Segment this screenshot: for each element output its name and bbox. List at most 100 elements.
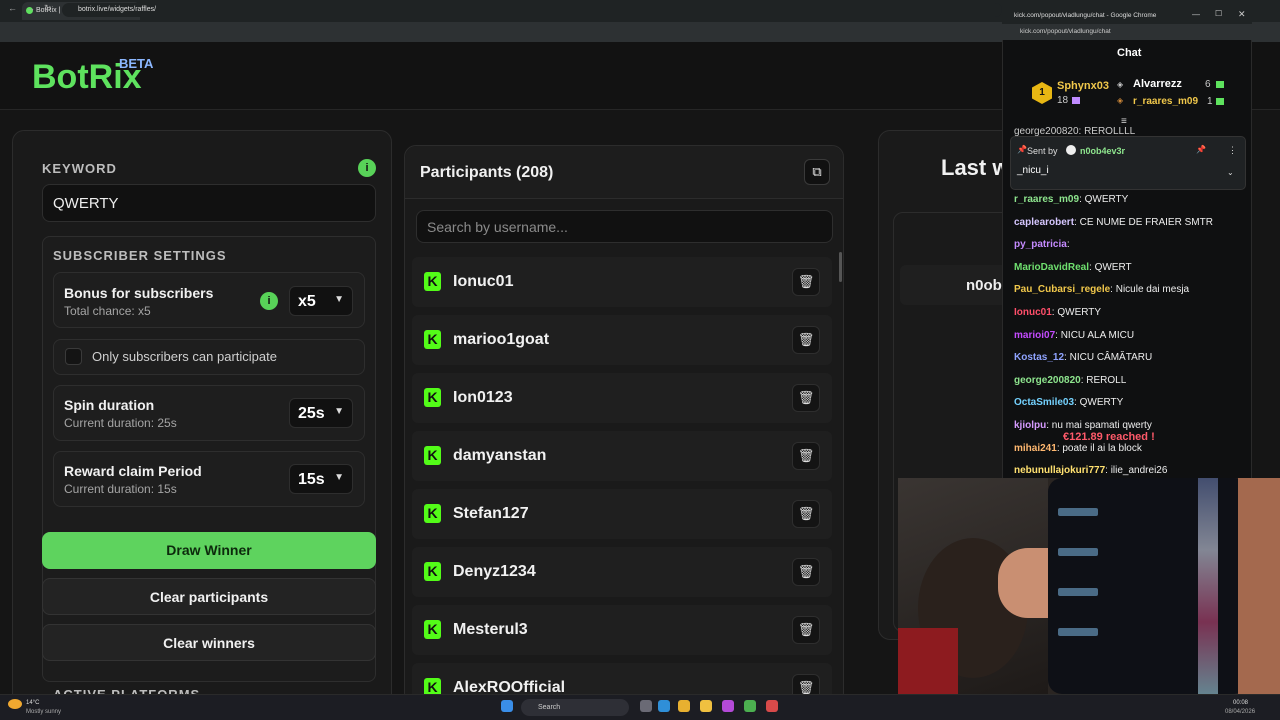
silver-rank-icon: ◈ (1117, 80, 1124, 89)
leader-3-count: 1 (1207, 96, 1213, 107)
chat-message: mihai241: poate il ai la block (1014, 443, 1142, 454)
participant-name: Ion0123 (453, 389, 513, 406)
keyword-input[interactable]: QWERTY (42, 184, 376, 222)
chat-username[interactable]: marioi07 (1014, 330, 1055, 341)
reward-claim-select[interactable]: 15s ▼ (289, 464, 353, 494)
chat-username[interactable]: mihai241 (1014, 443, 1057, 454)
delete-icon[interactable]: 🗑 (792, 326, 820, 354)
unpin-icon[interactable]: 📌 (1196, 145, 1206, 154)
back-icon[interactable]: ← (8, 3, 17, 13)
chat-message: Kostas_12: NICU CÂMĂTARU (1014, 352, 1152, 363)
chat-message: nebunullajokuri777: ilie_andrei26 (1014, 465, 1167, 476)
participant-row[interactable]: K Stefan127 🗑 (412, 489, 832, 539)
participant-search-input[interactable]: Search by username... (416, 210, 833, 243)
delete-icon[interactable]: 🗑 (792, 558, 820, 586)
chat-username[interactable]: MarioDavidReal (1014, 262, 1089, 273)
delete-icon[interactable]: 🗑 (792, 616, 820, 644)
participant-name: Mesterul3 (453, 621, 528, 638)
leader-2-name: Alvarrezz (1133, 78, 1182, 90)
reward-claim-value: 15s (298, 471, 325, 488)
url-field[interactable]: botrix.live/widgets/raffles/ (62, 3, 1002, 17)
chat-username[interactable]: nebunullajokuri777 (1014, 465, 1105, 476)
subscriber-settings-label: SUBSCRIBER SETTINGS (53, 248, 227, 263)
chat-username[interactable]: kjiolpu (1014, 420, 1046, 431)
chrome-active-icon[interactable] (744, 700, 756, 712)
chat-message: OctaSmile03: QWERTY (1014, 397, 1123, 408)
keyword-info-icon[interactable]: i (358, 159, 376, 177)
participant-row[interactable]: K Mesterul3 🗑 (412, 605, 832, 655)
keyword-label: KEYWORD (42, 161, 117, 176)
leader-1-count: 18 (1057, 95, 1069, 106)
delete-icon[interactable]: 🗑 (792, 500, 820, 528)
app-icon[interactable] (722, 700, 734, 712)
edge-icon[interactable] (658, 700, 670, 712)
only-subscribers-checkbox[interactable] (65, 348, 82, 365)
participant-name: Denyz1234 (453, 563, 536, 580)
participants-scrollbar[interactable] (839, 252, 842, 282)
chat-message: caplearobert: CE NUME DE FRAIER SMTR (1014, 217, 1213, 228)
spin-duration-title: Spin duration (64, 397, 155, 413)
chat-username[interactable]: r_raares_m09 (1014, 194, 1079, 205)
beta-badge: BETA (119, 56, 154, 71)
reward-claim-subtitle: Current duration: 15s (64, 482, 177, 496)
chat-username[interactable]: caplearobert (1014, 217, 1074, 228)
chat-username[interactable]: george200820 (1014, 375, 1081, 386)
participant-row[interactable]: Kdamyanstan 🗑 (412, 431, 832, 481)
clear-participants-button[interactable]: Clear participants (42, 578, 376, 615)
kick-platform-icon: K (424, 620, 441, 639)
participant-row[interactable]: Kmarioo1goat 🗑 (412, 315, 832, 365)
pinned-sender: n0ob4ev3r (1080, 146, 1126, 156)
winner-name: n0ob (966, 277, 1002, 294)
chat-message: Pau_Cubarsi_regele: Nicule dai mesja (1014, 284, 1189, 295)
kick-platform-icon: K (424, 446, 441, 465)
clear-winners-button[interactable]: Clear winners (42, 624, 376, 661)
chat-text: ilie_andrei26 (1110, 465, 1168, 477)
participant-row[interactable]: K Ion0123 🗑 (412, 373, 832, 423)
chat-username[interactable]: py_patricia (1014, 239, 1067, 250)
chat-username[interactable]: Kostas_12 (1014, 352, 1064, 363)
app-icon[interactable] (766, 700, 778, 712)
bonus-subtitle: Total chance: x5 (64, 304, 151, 318)
delete-icon[interactable]: 🗑 (792, 384, 820, 412)
kick-platform-icon: K (424, 562, 441, 581)
chat-header: Chat (1117, 47, 1142, 59)
folder-icon[interactable] (700, 700, 712, 712)
chat-username[interactable]: Ionuc01 (1014, 307, 1052, 318)
start-icon[interactable] (501, 700, 513, 712)
reload-icon[interactable]: ↻ (44, 3, 52, 14)
expand-pinned-icon[interactable]: ⌄ (1227, 168, 1234, 177)
chat-message: py_patricia: (1014, 239, 1070, 250)
gift-icon (1216, 81, 1224, 88)
chat-message: george200820: REROLL (1014, 375, 1126, 386)
gift-icon (1072, 97, 1080, 104)
bonus-multiplier-select[interactable]: x5 ▼ (289, 286, 353, 316)
donation-overlay: €121.89 reached ! (1063, 431, 1155, 443)
participant-row[interactable]: K Ionuc01 🗑 (412, 257, 832, 307)
more-options-icon[interactable]: ⋮ (1228, 145, 1237, 156)
participant-row[interactable]: K Denyz1234 🗑 (412, 547, 832, 597)
reward-claim-title: Reward claim Period (64, 463, 202, 479)
weather-temp: 14°C (26, 700, 40, 706)
chat-username[interactable]: OctaSmile03 (1014, 397, 1074, 408)
delete-icon[interactable]: 🗑 (792, 442, 820, 470)
participant-name: marioo1goat (453, 331, 550, 348)
participant-name: Stefan127 (453, 505, 529, 522)
chat-text: Nicule dai mesja (1115, 284, 1190, 296)
copy-icon[interactable]: ⧉ (804, 159, 830, 185)
spin-duration-select[interactable]: 25s ▼ (289, 398, 353, 428)
task-view-icon[interactable] (640, 700, 652, 712)
maximize-icon[interactable]: ☐ (1215, 9, 1222, 18)
bronze-rank-icon: ◈ (1117, 96, 1124, 105)
bonus-info-icon[interactable]: i (260, 292, 278, 310)
chevron-down-icon: ▼ (334, 294, 344, 305)
draw-winner-button[interactable]: Draw Winner (42, 532, 376, 569)
chat-message: MarioDavidReal: QWERT (1014, 262, 1132, 273)
minimize-icon[interactable]: — (1192, 10, 1200, 19)
chat-url-field[interactable]: kick.com/popout/vladlungu/chat (1002, 24, 1252, 40)
close-window-icon[interactable]: ✕ (1238, 9, 1246, 20)
leader-1-name: Sphynx03 (1057, 80, 1109, 92)
chat-username[interactable]: Pau_Cubarsi_regele (1014, 284, 1110, 295)
forward-icon[interactable]: → (26, 3, 35, 13)
chrome-icon[interactable] (678, 700, 690, 712)
delete-icon[interactable]: 🗑 (792, 268, 820, 296)
